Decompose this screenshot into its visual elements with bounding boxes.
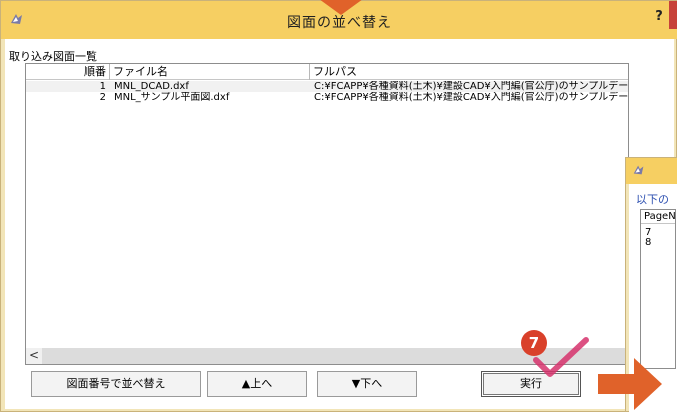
row-fullpath: C:¥FCAPP¥各種資料(土木)¥建設CAD¥入門編(官公庁)のサンプルデー bbox=[314, 81, 628, 92]
column-header-page[interactable]: PageN bbox=[641, 210, 675, 224]
row-filename: MNL_サンプル平面図.dxf bbox=[114, 92, 230, 103]
column-header-order[interactable]: 順番 bbox=[26, 64, 110, 80]
pointer-arrow-icon bbox=[319, 0, 363, 15]
list-row[interactable]: 2 MNL_サンプル平面図.dxf C:¥FCAPP¥各種資料(土木)¥建設CA… bbox=[26, 92, 628, 103]
move-down-button[interactable]: ▼下へ bbox=[317, 371, 417, 397]
sort-by-number-button[interactable]: 図面番号で並べ替え bbox=[31, 371, 201, 397]
column-header-filename[interactable]: ファイル名 bbox=[110, 64, 310, 80]
list-row[interactable]: 1 MNL_DCAD.dxf C:¥FCAPP¥各種資料(土木)¥建設CAD¥入… bbox=[26, 81, 628, 92]
scroll-left-icon[interactable]: < bbox=[26, 348, 42, 364]
arrow-right-icon bbox=[598, 358, 662, 410]
drawing-list[interactable]: 順番 ファイル名 フルパス 1 MNL_DCAD.dxf C:¥FCAPP¥各種… bbox=[25, 63, 629, 365]
imported-drawings-label: 取り込み図面一覧 bbox=[9, 50, 97, 63]
row-fullpath: C:¥FCAPP¥各種資料(土木)¥建設CAD¥入門編(官公庁)のサンプルデー bbox=[314, 92, 628, 103]
list-item[interactable]: 8 bbox=[645, 238, 651, 248]
app-icon bbox=[633, 165, 644, 175]
window-title: 図面の並べ替え bbox=[287, 15, 392, 31]
row-filename: MNL_DCAD.dxf bbox=[114, 81, 189, 92]
secondary-label: 以下の bbox=[636, 193, 669, 206]
close-button[interactable] bbox=[669, 1, 677, 29]
secondary-title-bar[interactable] bbox=[626, 158, 677, 184]
page-number-list[interactable]: PageN 7 8 bbox=[640, 209, 676, 369]
help-button[interactable]: ? bbox=[651, 9, 667, 27]
checkmark-icon bbox=[533, 337, 589, 377]
column-header-fullpath[interactable]: フルパス bbox=[310, 64, 628, 80]
move-up-button[interactable]: ▲上へ bbox=[207, 371, 307, 397]
list-header: 順番 ファイル名 フルパス bbox=[26, 64, 628, 80]
row-order: 1 bbox=[99, 81, 106, 92]
row-order: 2 bbox=[99, 92, 106, 103]
